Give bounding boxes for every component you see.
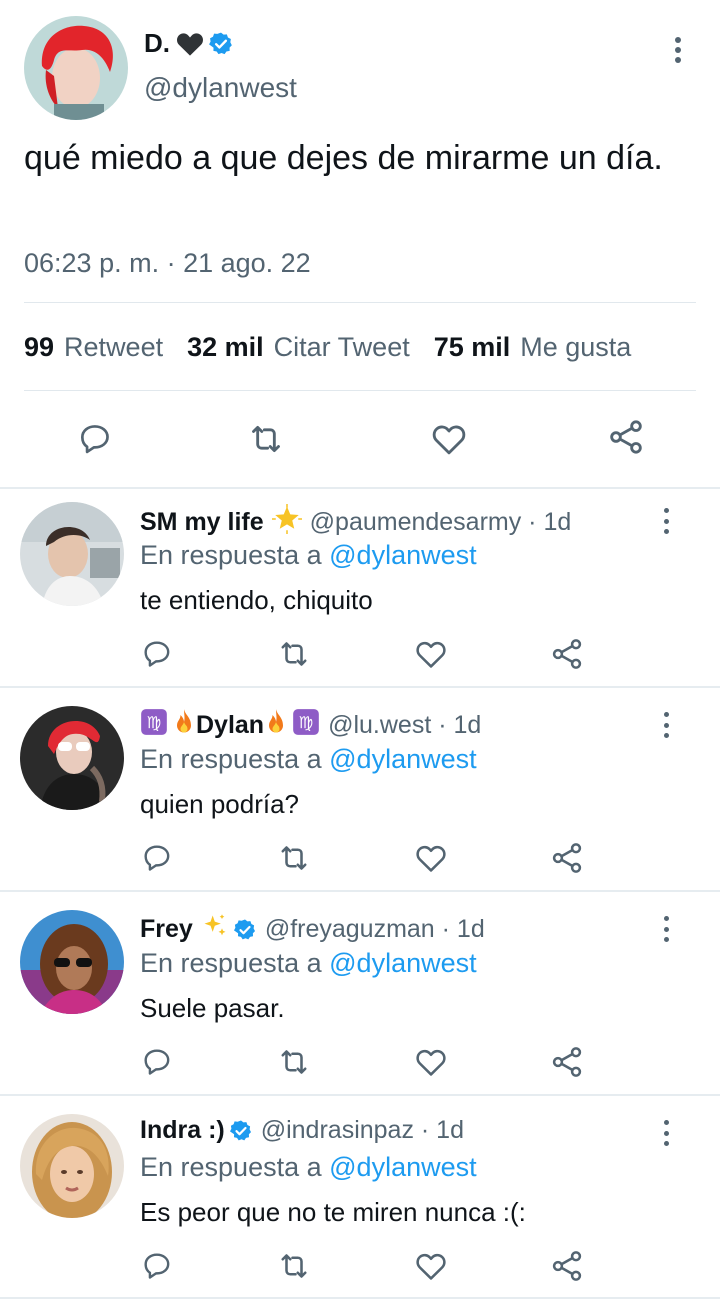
- retweets-stat[interactable]: 99 Retweet: [24, 332, 163, 363]
- main-tweet: D. @dylanwest qué miedo a que dejes de m…: [0, 0, 720, 488]
- verified-badge-icon: [233, 918, 257, 942]
- retweet-icon[interactable]: [276, 1044, 312, 1080]
- in-reply-prefix: En respuesta a: [140, 948, 322, 978]
- share-icon[interactable]: [549, 1248, 585, 1284]
- likes-label: Me gusta: [520, 332, 632, 362]
- reply-handle[interactable]: @lu.west · 1d: [328, 711, 481, 740]
- divider: [24, 390, 696, 391]
- share-icon[interactable]: [549, 840, 585, 876]
- reply-name-line: SM my life @paumendesarmy · 1d: [140, 504, 571, 541]
- reply-text: te entiendo, chiquito: [140, 585, 373, 615]
- reply-icon[interactable]: [76, 419, 114, 457]
- reply-text: Suele pasar.: [140, 993, 285, 1023]
- author-handle[interactable]: @dylanwest: [144, 72, 297, 104]
- fire-icon: [172, 708, 196, 743]
- in-reply-to: En respuesta a @dylanwest: [140, 744, 477, 775]
- in-reply-handle-link[interactable]: @dylanwest: [329, 744, 476, 774]
- reply-icon[interactable]: [140, 636, 174, 670]
- section-separator: [0, 1297, 720, 1299]
- author-avatar[interactable]: [24, 16, 128, 120]
- glowing-star-icon: [271, 504, 302, 541]
- retweets-count: 99: [24, 332, 55, 362]
- in-reply-handle-link[interactable]: @dylanwest: [329, 1152, 476, 1182]
- in-reply-handle-link[interactable]: @dylanwest: [329, 948, 476, 978]
- tweet-timestamp[interactable]: 06:23 p. m. · 21 ago. 22: [24, 248, 311, 279]
- retweet-icon[interactable]: [276, 1248, 312, 1284]
- in-reply-to: En respuesta a @dylanwest: [140, 948, 477, 979]
- share-icon[interactable]: [606, 417, 646, 457]
- section-separator: [0, 890, 720, 892]
- reply-name[interactable]: SM my life: [140, 508, 264, 537]
- more-options-icon[interactable]: [668, 37, 688, 63]
- reply-item[interactable]: Indra :) @indrasinpaz · 1d En respuesta …: [0, 1102, 720, 1306]
- reply-name[interactable]: Frey: [140, 915, 193, 944]
- in-reply-prefix: En respuesta a: [140, 744, 322, 774]
- verified-badge-icon: [229, 1119, 253, 1143]
- reply-icon[interactable]: [140, 840, 174, 874]
- svg-text:♍: ♍: [147, 713, 162, 732]
- likes-count: 75 mil: [433, 332, 511, 362]
- more-options-icon[interactable]: [656, 508, 676, 534]
- reply-name[interactable]: Indra :): [140, 1116, 225, 1145]
- more-options-icon[interactable]: [656, 916, 676, 942]
- reply-name-line: Frey @freyaguzman · 1d: [140, 912, 485, 947]
- reply-avatar[interactable]: [20, 1114, 124, 1218]
- in-reply-prefix: En respuesta a: [140, 540, 322, 570]
- reply-text: quien podría?: [140, 789, 300, 819]
- tweet-stats: 99 Retweet 32 mil Citar Tweet 75 mil Me gus…: [24, 332, 655, 363]
- reply-avatar[interactable]: [20, 910, 124, 1014]
- in-reply-handle-link[interactable]: @dylanwest: [329, 540, 476, 570]
- virgo-icon: ♍: [140, 708, 168, 743]
- retweet-icon[interactable]: [276, 840, 312, 876]
- divider: [24, 302, 696, 303]
- reply-name[interactable]: Dylan: [196, 711, 264, 740]
- reply-avatar[interactable]: [20, 502, 124, 606]
- reply-item[interactable]: ♍ Dylan ♍ @lu.west · 1d En respuesta a @…: [0, 694, 720, 898]
- quotes-count: 32 mil: [187, 332, 264, 362]
- in-reply-to: En respuesta a @dylanwest: [140, 540, 477, 571]
- like-icon[interactable]: [429, 419, 469, 459]
- share-icon[interactable]: [549, 636, 585, 672]
- author-name-line: D.: [144, 28, 234, 59]
- section-separator: [0, 1094, 720, 1096]
- fire-icon: [264, 708, 288, 743]
- section-separator: [0, 686, 720, 688]
- in-reply-prefix: En respuesta a: [140, 1152, 322, 1182]
- svg-text:♍: ♍: [299, 713, 314, 732]
- more-options-icon[interactable]: [656, 712, 676, 738]
- reply-name-line: Indra :) @indrasinpaz · 1d: [140, 1116, 464, 1145]
- reply-item[interactable]: SM my life @paumendesarmy · 1d En respue…: [0, 490, 720, 694]
- like-icon[interactable]: [413, 636, 449, 672]
- reply-text: Es peor que no te miren nunca :(:: [140, 1197, 526, 1227]
- reply-handle[interactable]: @indrasinpaz · 1d: [261, 1116, 464, 1145]
- sparkles-icon: [201, 912, 229, 947]
- retweet-icon[interactable]: [246, 419, 286, 459]
- author-name[interactable]: D.: [144, 28, 170, 59]
- quotes-label: Citar Tweet: [273, 332, 410, 362]
- retweet-icon[interactable]: [276, 636, 312, 672]
- reply-avatar[interactable]: [20, 706, 124, 810]
- black-heart-icon: [176, 31, 204, 57]
- like-icon[interactable]: [413, 840, 449, 876]
- in-reply-to: En respuesta a @dylanwest: [140, 1152, 477, 1183]
- like-icon[interactable]: [413, 1044, 449, 1080]
- verified-badge-icon: [208, 31, 234, 57]
- more-options-icon[interactable]: [656, 1120, 676, 1146]
- reply-item[interactable]: Frey @freyaguzman · 1d En respuesta a @d…: [0, 898, 720, 1102]
- quotes-stat[interactable]: 32 mil Citar Tweet: [187, 332, 410, 363]
- tweet-text: qué miedo a que dejes de mirarme un día.: [24, 139, 663, 177]
- like-icon[interactable]: [413, 1248, 449, 1284]
- likes-stat[interactable]: 75 mil Me gusta: [434, 332, 632, 363]
- virgo-icon: ♍: [292, 708, 320, 743]
- retweets-label: Retweet: [64, 332, 164, 362]
- section-separator: [0, 487, 720, 489]
- reply-handle[interactable]: @paumendesarmy · 1d: [310, 508, 572, 537]
- reply-icon[interactable]: [140, 1044, 174, 1078]
- reply-name-line: ♍ Dylan ♍ @lu.west · 1d: [140, 708, 481, 743]
- reply-handle[interactable]: @freyaguzman · 1d: [265, 915, 485, 944]
- reply-icon[interactable]: [140, 1248, 174, 1282]
- share-icon[interactable]: [549, 1044, 585, 1080]
